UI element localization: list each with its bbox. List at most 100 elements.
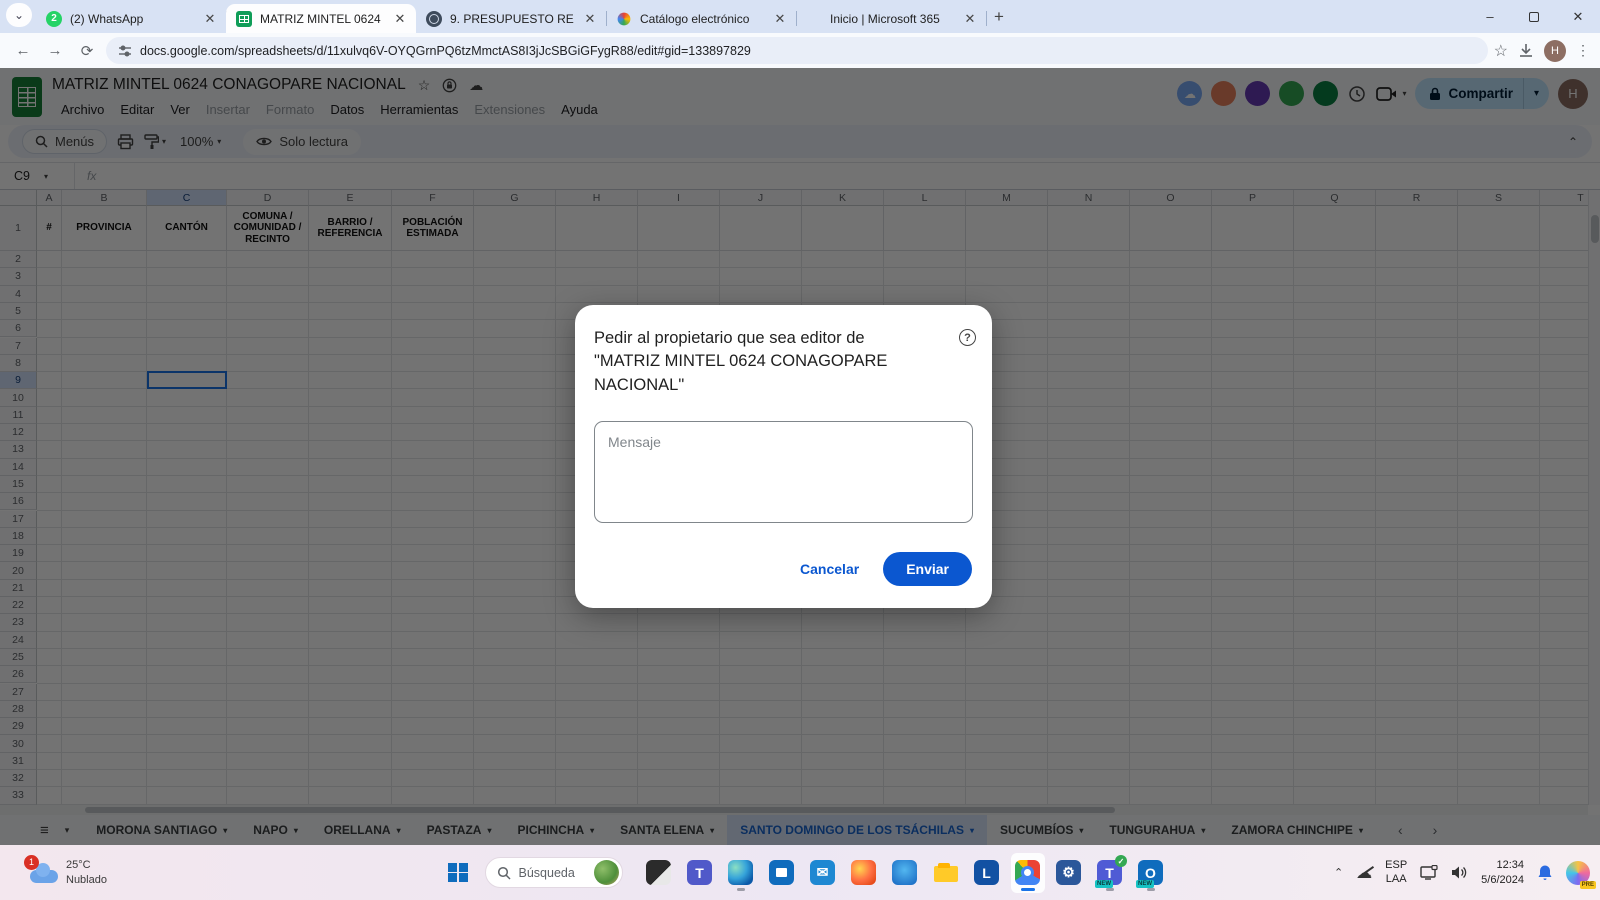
- tab-search-button[interactable]: ⌄: [6, 3, 32, 27]
- message-input[interactable]: [594, 421, 973, 523]
- start-button[interactable]: [440, 855, 476, 891]
- windows-taskbar: 1 25°C Nublado Búsqueda T ✉ L ⚙ TNEW✓ ONEW ⌃ …: [0, 845, 1600, 900]
- browser-tab-3[interactable]: 9. PRESUPUESTO REFERENCIAL ✕: [416, 4, 606, 33]
- back-button[interactable]: ←: [10, 38, 36, 64]
- mail-glyph: ✉: [810, 860, 835, 885]
- weather-condition: Nublado: [66, 873, 107, 887]
- screen: ⌄ 2(2) WhatsApp✕MATRIZ MINTEL 0624 CONAG…: [0, 0, 1600, 900]
- site-info-icon[interactable]: [118, 44, 132, 58]
- chrome-icon[interactable]: [1011, 853, 1045, 893]
- defender-glyph: [892, 860, 917, 885]
- browser-tab-strip: ⌄ 2(2) WhatsApp✕MATRIZ MINTEL 0624 CONAG…: [0, 0, 1600, 33]
- page-content: MATRIZ MINTEL 0624 CONAGOPARE NACIONAL ☆…: [0, 68, 1600, 845]
- taskbar-search-icon: [497, 866, 511, 880]
- browser-tab-2[interactable]: MATRIZ MINTEL 0624 CONAG ✕: [226, 4, 416, 33]
- firefox-glyph: [851, 860, 876, 885]
- whatsapp-icon: 2: [46, 11, 62, 27]
- taskbar-search[interactable]: Búsqueda: [485, 857, 623, 888]
- tab-label: MATRIZ MINTEL 0624 CONAG: [260, 12, 384, 26]
- scan-icon[interactable]: ⚙: [1052, 853, 1086, 893]
- edge-glyph: [728, 860, 753, 885]
- lens-glyph: L: [974, 860, 999, 885]
- tab-label: Catálogo electrónico: [640, 12, 764, 26]
- close-button[interactable]: ✕: [1556, 0, 1600, 33]
- sheets-icon: [236, 11, 252, 27]
- browser-profile-avatar[interactable]: H: [1544, 40, 1566, 62]
- help-icon[interactable]: ?: [959, 329, 976, 346]
- taskbar-search-placeholder: Búsqueda: [519, 866, 586, 880]
- reload-button[interactable]: ⟳: [74, 38, 100, 64]
- search-highlight-image[interactable]: [594, 860, 619, 885]
- downloads-icon[interactable]: [1518, 43, 1534, 59]
- teams-icon[interactable]: T: [683, 853, 717, 893]
- language-indicator[interactable]: ESP LAA: [1385, 859, 1407, 887]
- tab-close-icon[interactable]: ✕: [392, 11, 408, 27]
- browser-tab-5[interactable]: Inicio | Microsoft 365 ✕: [796, 4, 986, 33]
- cast-icon[interactable]: [1420, 865, 1438, 880]
- check-badge-icon: ✓: [1115, 855, 1127, 867]
- outlook-new-icon[interactable]: ONEW: [1134, 853, 1168, 893]
- browser-tab-1[interactable]: 2 (2) WhatsApp ✕: [36, 4, 226, 33]
- clock-widget[interactable]: 12:34 5/6/2024: [1481, 858, 1524, 887]
- volume-icon[interactable]: [1451, 865, 1468, 880]
- weather-temp: 25°C: [66, 858, 107, 872]
- defender-icon[interactable]: [888, 853, 922, 893]
- system-tray: ⌃ ☁ ESP LAA 12:34 5/6/2024 PRE: [1334, 858, 1590, 887]
- tray-expand-icon[interactable]: ⌃: [1334, 866, 1343, 879]
- maximize-button[interactable]: [1512, 0, 1556, 33]
- dialog-title: Pedir al propietario que sea editor de "…: [594, 327, 924, 397]
- tab-close-icon[interactable]: ✕: [202, 11, 218, 27]
- window-controls: – ✕: [1468, 0, 1600, 33]
- mail-icon[interactable]: ✉: [806, 853, 840, 893]
- taskbar-apps: T ✉ L ⚙ TNEW✓ ONEW: [642, 853, 1168, 893]
- copilot-icon[interactable]: PRE: [1566, 861, 1590, 885]
- edge-icon[interactable]: [724, 853, 758, 893]
- onedrive-offline-icon[interactable]: ☁: [1356, 863, 1372, 883]
- microsoft-icon: [806, 11, 822, 27]
- store-glyph: [769, 860, 794, 885]
- send-button[interactable]: Enviar: [883, 552, 972, 586]
- new-tab-button[interactable]: +: [986, 4, 1012, 30]
- minimize-button[interactable]: –: [1468, 0, 1512, 33]
- tab-close-icon[interactable]: ✕: [772, 11, 788, 27]
- teams-glyph: T: [687, 860, 712, 885]
- browser-toolbar: ← → ⟳ docs.google.com/spreadsheets/d/11x…: [0, 33, 1600, 68]
- request-edit-access-dialog: Pedir al propietario que sea editor de "…: [575, 305, 992, 608]
- scan-glyph: ⚙: [1056, 860, 1081, 885]
- outlook-new-glyph: ONEW: [1138, 860, 1163, 885]
- new-badge: NEW: [1136, 880, 1154, 888]
- task-view-icon[interactable]: [642, 853, 676, 893]
- copilot-badge: PRE: [1580, 881, 1596, 889]
- notifications-bell-icon[interactable]: [1537, 864, 1553, 881]
- teams-new-glyph: TNEW✓: [1097, 860, 1122, 885]
- tab-label: 9. PRESUPUESTO REFERENCIAL: [450, 12, 574, 26]
- firefox-icon[interactable]: [847, 853, 881, 893]
- browser-menu-icon[interactable]: ⋮: [1576, 42, 1590, 59]
- new-badge: NEW: [1095, 880, 1113, 888]
- browser-tab-4[interactable]: Catálogo electrónico ✕: [606, 4, 796, 33]
- chrome-glyph: [1015, 860, 1040, 885]
- tray-time: 12:34: [1481, 858, 1524, 872]
- weather-widget[interactable]: 1 25°C Nublado: [30, 858, 107, 887]
- browser-tabs: 2(2) WhatsApp✕MATRIZ MINTEL 0624 CONAG✕9…: [36, 4, 986, 33]
- explorer-glyph: [933, 860, 958, 885]
- tab-close-icon[interactable]: ✕: [962, 11, 978, 27]
- teams-new-icon[interactable]: TNEW✓: [1093, 853, 1127, 893]
- cancel-button[interactable]: Cancelar: [800, 561, 859, 577]
- catalog-icon: [618, 12, 631, 25]
- explorer-icon[interactable]: [929, 853, 963, 893]
- weather-badge: 1: [24, 855, 39, 870]
- lens-icon[interactable]: L: [970, 853, 1004, 893]
- url-text: docs.google.com/spreadsheets/d/11xulvq6V…: [140, 44, 751, 58]
- tab-label: (2) WhatsApp: [70, 12, 194, 26]
- tray-date: 5/6/2024: [1481, 873, 1524, 887]
- tab-close-icon[interactable]: ✕: [582, 11, 598, 27]
- weather-cloud-icon: 1: [30, 863, 58, 883]
- store-icon[interactable]: [765, 853, 799, 893]
- bookmark-star-icon[interactable]: ☆: [1494, 41, 1508, 61]
- globe-icon: [426, 11, 442, 27]
- tab-label: Inicio | Microsoft 365: [830, 12, 954, 26]
- forward-button[interactable]: →: [42, 38, 68, 64]
- omnibox[interactable]: docs.google.com/spreadsheets/d/11xulvq6V…: [106, 37, 1488, 64]
- task-view-glyph: [646, 860, 671, 885]
